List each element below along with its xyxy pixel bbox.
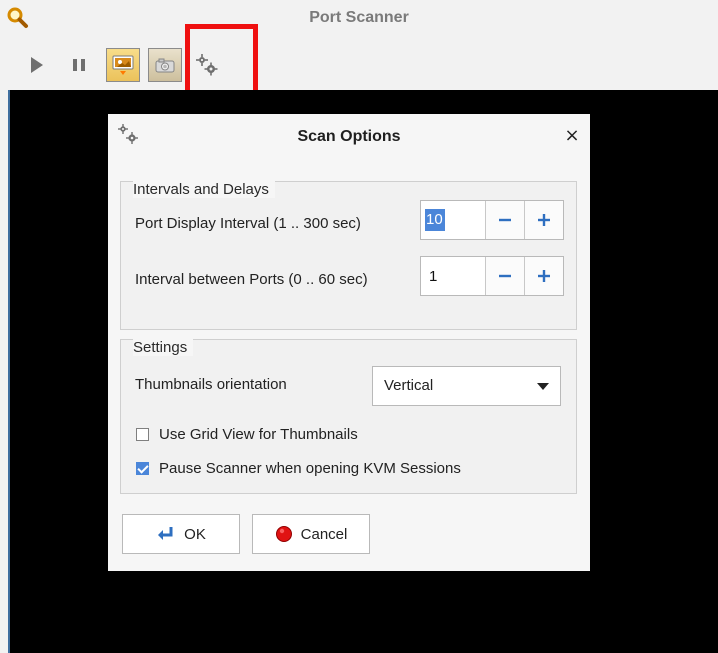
enter-icon	[158, 527, 173, 540]
pause-icon	[73, 59, 85, 71]
dialog-title: Scan Options	[297, 128, 401, 145]
chevron-down-icon	[537, 383, 549, 390]
thumbnails-orientation-select[interactable]: Vertical	[372, 366, 561, 406]
camera-icon	[155, 58, 175, 73]
thumbnail-view-icon	[112, 55, 134, 75]
window-title: Port Scanner	[309, 9, 409, 26]
play-icon	[31, 57, 43, 73]
cancel-label: Cancel	[300, 525, 348, 543]
camera-view-button[interactable]	[148, 48, 182, 82]
window-titlebar: Port Scanner	[0, 0, 718, 40]
interval-between-ports-increment[interactable]	[524, 257, 563, 295]
port-display-interval-label: Port Display Interval (1 .. 300 sec)	[135, 215, 361, 232]
pause-scanner-label: Pause Scanner when opening KVM Sessions	[159, 459, 461, 477]
interval-between-ports-label: Interval between Ports (0 .. 60 sec)	[135, 271, 368, 288]
minus-icon	[499, 274, 511, 278]
port-display-interval-value[interactable]: 10	[423, 203, 485, 237]
port-scanner-app: Port Scanner Scan Options × Intervals an…	[0, 0, 718, 653]
ok-button[interactable]: OK	[122, 514, 240, 554]
dialog-header: Scan Options ×	[108, 114, 590, 158]
thumbnail-view-button[interactable]	[106, 48, 140, 82]
plus-icon	[538, 214, 550, 226]
ok-label: OK	[184, 525, 206, 543]
grid-view-option[interactable]: Use Grid View for Thumbnails	[136, 424, 358, 444]
stop-icon	[275, 526, 292, 542]
grid-view-checkbox[interactable]	[136, 427, 149, 441]
thumbnails-orientation-value: Vertical	[384, 377, 434, 394]
port-display-interval-stepper[interactable]: 10	[420, 200, 564, 240]
interval-between-ports-decrement[interactable]	[485, 257, 524, 295]
cancel-button[interactable]: Cancel	[252, 514, 370, 554]
pause-button[interactable]	[62, 48, 96, 82]
port-display-interval-decrement[interactable]	[485, 201, 524, 239]
port-display-interval-increment[interactable]	[524, 201, 563, 239]
minus-icon	[499, 218, 511, 222]
interval-between-ports-stepper[interactable]: 1	[420, 256, 564, 296]
thumbnails-orientation-label: Thumbnails orientation	[135, 376, 287, 393]
intervals-group-title: Intervals and Delays	[133, 181, 275, 198]
pause-scanner-option[interactable]: Pause Scanner when opening KVM Sessions	[136, 458, 461, 478]
scan-options-dialog: Scan Options × Intervals and Delays Port…	[108, 114, 590, 571]
plus-icon	[538, 270, 550, 282]
toolbar	[0, 40, 718, 90]
interval-between-ports-value[interactable]: 1	[423, 259, 485, 293]
play-button[interactable]	[20, 48, 54, 82]
close-button[interactable]: ×	[562, 126, 582, 146]
pause-scanner-checkbox[interactable]	[136, 461, 149, 475]
settings-group-title: Settings	[133, 339, 194, 356]
grid-view-label: Use Grid View for Thumbnails	[159, 425, 358, 443]
highlight-box	[185, 24, 258, 100]
